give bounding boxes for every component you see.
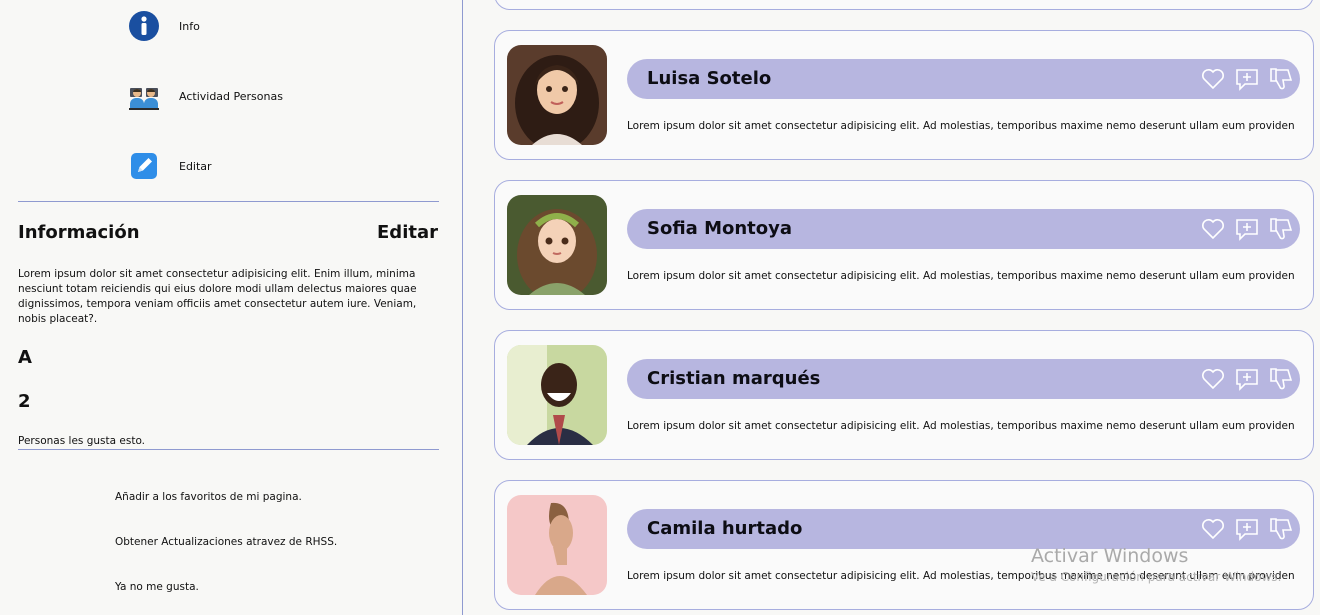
comment-plus-icon[interactable] (1234, 66, 1260, 92)
post-author-name: Cristian marqués (647, 368, 821, 389)
activation-watermark-subtitle: Ve a Configuración para activar Windows. (1031, 570, 1282, 584)
page: Info Actividad Personas Editar Informaci… (0, 0, 1320, 615)
name-bar: Camila hurtado (627, 509, 1300, 549)
post-text: Lorem ipsum dolor sit amet consectetur a… (627, 120, 1295, 132)
like-caption: Personas les gusta esto. (18, 435, 146, 447)
post-card: Luisa Sotelo Lorem ipsum dolor sit amet … (494, 30, 1314, 160)
post-author-name: Camila hurtado (647, 518, 803, 539)
post-actions (1200, 66, 1294, 92)
menu-item-label: Info (179, 19, 200, 33)
menu-item-label: Editar (179, 159, 212, 173)
post-actions (1200, 516, 1294, 542)
avatar (507, 345, 607, 445)
edit-icon (128, 150, 160, 182)
post-author-name: Sofia Montoya (647, 218, 793, 239)
thumbs-down-icon[interactable] (1268, 366, 1294, 392)
option-unlike[interactable]: Ya no me gusta. (115, 581, 199, 593)
menu-item-editar[interactable]: Editar (128, 150, 212, 182)
sidebar: Info Actividad Personas Editar Informaci… (0, 0, 463, 615)
post-actions (1200, 366, 1294, 392)
option-get-updates[interactable]: Obtener Actualizaciones atravez de RHSS. (115, 536, 337, 548)
people-icon (128, 80, 160, 112)
like-count: 2 (18, 391, 31, 412)
menu-item-info[interactable]: Info (128, 10, 200, 42)
info-description: Lorem ipsum dolor sit amet consectetur a… (18, 268, 417, 325)
name-bar: Luisa Sotelo (627, 59, 1300, 99)
name-bar: Sofia Montoya (627, 209, 1300, 249)
post-actions (1200, 216, 1294, 242)
divider (18, 201, 439, 202)
post-card-partial (494, 0, 1314, 10)
post-card: Camila hurtado Lorem ipsum dolor sit ame… (494, 480, 1314, 610)
activation-watermark-title: Activar Windows (1031, 545, 1189, 567)
name-bar: Cristian marqués (627, 359, 1300, 399)
avatar (507, 45, 607, 145)
menu-item-label: Actividad Personas (179, 89, 283, 103)
option-add-favorites[interactable]: Añadir a los favoritos de mi pagina. (115, 491, 302, 503)
thumbs-down-icon[interactable] (1268, 516, 1294, 542)
post-card: Sofia Montoya Lorem ipsum dolor sit amet… (494, 180, 1314, 310)
edit-link[interactable]: Editar (377, 222, 438, 243)
comment-plus-icon[interactable] (1234, 516, 1260, 542)
thumbs-down-icon[interactable] (1268, 66, 1294, 92)
post-text: Lorem ipsum dolor sit amet consectetur a… (627, 270, 1295, 282)
avatar (507, 495, 607, 595)
divider (18, 449, 439, 450)
heart-icon[interactable] (1200, 216, 1226, 242)
menu-item-actividad-personas[interactable]: Actividad Personas (128, 80, 283, 112)
avatar (507, 195, 607, 295)
thumbs-down-icon[interactable] (1268, 216, 1294, 242)
post-card: Cristian marqués Lorem ipsum dolor sit a… (494, 330, 1314, 460)
comment-plus-icon[interactable] (1234, 216, 1260, 242)
heart-icon[interactable] (1200, 366, 1226, 392)
post-author-name: Luisa Sotelo (647, 68, 772, 89)
section-title: Información (18, 222, 140, 243)
info-icon (128, 10, 160, 42)
post-text: Lorem ipsum dolor sit amet consectetur a… (627, 420, 1295, 432)
heart-icon[interactable] (1200, 66, 1226, 92)
feed: Luisa Sotelo Lorem ipsum dolor sit amet … (463, 0, 1320, 615)
stat-letter: A (18, 347, 32, 368)
heart-icon[interactable] (1200, 516, 1226, 542)
comment-plus-icon[interactable] (1234, 366, 1260, 392)
